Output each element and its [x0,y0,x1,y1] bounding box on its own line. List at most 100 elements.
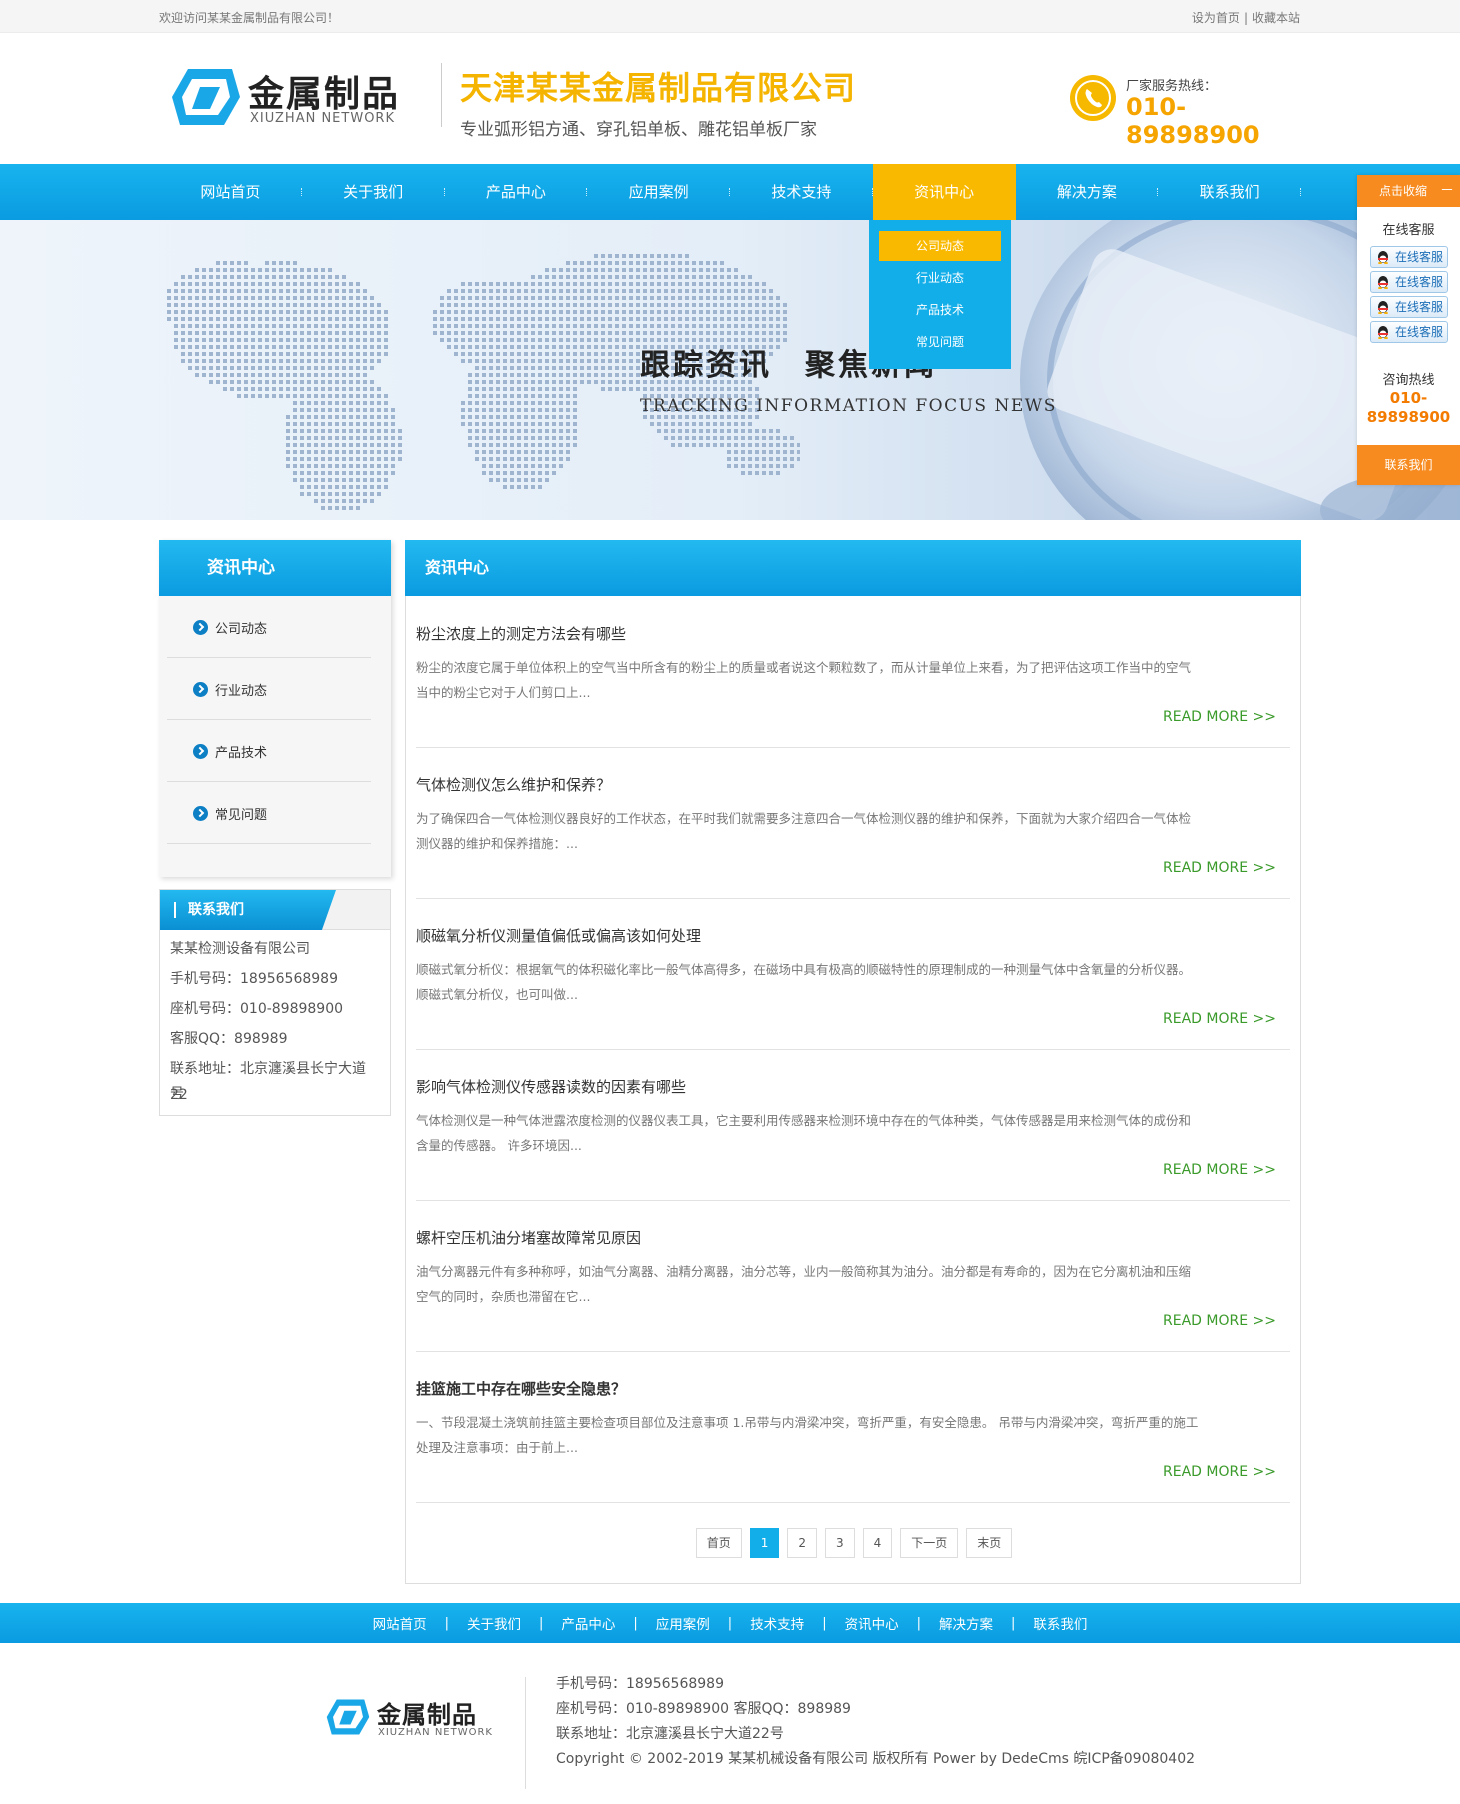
nav-item-label: 资讯中心 [914,183,975,201]
read-more-link[interactable]: READ MORE >> [1163,1464,1276,1480]
footer-mobile: 手机号码：18956568989 [556,1676,724,1692]
read-more-link[interactable]: READ MORE >> [1163,709,1276,725]
read-more-link[interactable]: READ MORE >> [1163,1011,1276,1027]
top-bar: 欢迎访问某某金属制品有限公司！ 设为首页 | 收藏本站 [0,0,1460,33]
dropdown-item-product-tech[interactable]: 产品技术 [879,295,1001,325]
hotline-label: 厂家服务热线： [1126,79,1218,94]
news-item-summary-line: 气体检测仪是一种气体泄露浓度检测的仪器仪表工具，它主要利用传感器来检测环境中存在… [416,1113,1192,1128]
footer-nav-contact[interactable]: 联系我们 [1015,1613,1105,1633]
sidebar-item-company-news[interactable]: 公司动态 [167,596,371,658]
footer-nav-cases[interactable]: 应用案例 [638,1613,728,1633]
pager-first[interactable]: 首页 [695,1528,742,1558]
news-dropdown-menu: 公司动态 行业动态 产品技术 常见问题 [869,220,1011,369]
nav-item-label: 产品中心 [485,183,546,201]
float-contact-button[interactable]: 联系我们 [1357,445,1460,485]
nav-item-contact[interactable]: 联系我们 [1158,164,1301,220]
pager-page-4[interactable]: 4 [862,1528,893,1558]
nav-item-home[interactable]: 网站首页 [159,164,302,220]
read-more-link[interactable]: READ MORE >> [1163,1313,1276,1329]
phone-icon [1070,75,1116,121]
nav-item-label: 解决方案 [1056,183,1117,201]
nav-item-solutions[interactable]: 解决方案 [1016,164,1159,220]
logo-mark-icon [172,69,240,125]
contact-company: 某某检测设备有限公司 [170,941,310,957]
nav-item-support[interactable]: 技术支持 [730,164,873,220]
sidebar-item-faq[interactable]: 常见问题 [167,782,371,844]
sidebar-item-label: 行业动态 [215,684,268,699]
contact-phone: 座机号码：010-89898900 [170,1001,344,1017]
nav-item-about[interactable]: 关于我们 [302,164,445,220]
set-home-link[interactable]: 设为首页 [1192,11,1240,25]
floating-service-panel: 点击收缩 － 在线客服 在线客服 在线客服 在线客服 在线客服 咨询热线 010… [1357,175,1460,485]
pager-next[interactable]: 下一页 [900,1528,959,1558]
qq-penguin-icon [1378,326,1388,339]
nav-item-label: 关于我们 [343,183,404,201]
sidebar-item-label: 产品技术 [215,746,268,761]
pager-page-1[interactable]: 1 [749,1528,780,1558]
news-item-title[interactable]: 挂篮施工中存在哪些安全隐患？ [416,1378,626,1399]
news-item: 粉尘浓度上的测定方法会有哪些 粉尘的浓度它属于单位体积上的空气当中所含有的粉尘上… [416,597,1290,748]
collapse-toggle[interactable]: 点击收缩 － [1357,175,1460,207]
nav-item-label: 应用案例 [628,183,689,201]
site-logo[interactable]: 金属制品 XIUZHAN NETWORK [170,63,420,133]
footer-nav-news[interactable]: 资讯中心 [827,1613,917,1633]
footer-nav-solutions[interactable]: 解决方案 [921,1613,1011,1633]
footer-nav-home[interactable]: 网站首页 [355,1613,445,1633]
site-header: 金属制品 XIUZHAN NETWORK 天津某某金属制品有限公司 专业弧形铝方… [0,33,1460,164]
news-item: 挂篮施工中存在哪些安全隐患？ 一、节段混凝土浇筑前挂篮主要检查项目部位及注意事项… [416,1352,1290,1503]
welcome-text: 欢迎访问某某金属制品有限公司！ [159,11,340,25]
read-more-link[interactable]: READ MORE >> [1163,860,1276,876]
nav-item-label: 网站首页 [200,183,261,201]
main-title: 资讯中心 [405,540,1301,596]
chevron-right-icon [193,806,208,821]
qq-button-label: 在线客服 [1395,325,1444,339]
dropdown-item-company-news[interactable]: 公司动态 [879,231,1001,261]
nav-item-products[interactable]: 产品中心 [445,164,588,220]
news-item-summary: 气体检测仪是一种气体泄露浓度检测的仪器仪表工具，它主要利用传感器来检测环境中存在… [416,1108,1290,1158]
company-slogan: 专业弧形铝方通、穿孔铝单板、雕花铝单板厂家 [460,120,817,140]
news-item-summary: 一、节段混凝土浇筑前挂篮主要检查项目部位及注意事项 1.吊带与内滑梁冲突，弯折严… [416,1410,1290,1460]
qq-service-button-1[interactable]: 在线客服 [1370,246,1448,268]
read-more-link[interactable]: READ MORE >> [1163,1162,1276,1178]
footer-nav-about[interactable]: 关于我们 [449,1613,539,1633]
footer-logo[interactable]: 金属制品 XIUZHAN NETWORK [325,1695,505,1743]
chevron-right-icon [193,744,208,759]
online-service-title: 在线客服 [1382,223,1435,238]
news-item-title[interactable]: 粉尘浓度上的测定方法会有哪些 [416,623,626,644]
nav-separator [1300,188,1301,196]
qq-service-button-2[interactable]: 在线客服 [1370,271,1448,293]
news-item-title[interactable]: 顺磁氧分析仪测量值偏低或偏高该如何处理 [416,925,701,946]
dropdown-item-faq[interactable]: 常见问题 [879,327,1001,357]
nav-item-news[interactable]: 资讯中心 [872,164,1016,220]
footer-logo-text: 金属制品 [377,1701,477,1729]
news-item-summary: 油气分离器元件有多种称呼，如油气分离器、油精分离器，油分芯等，业内一般简称其为油… [416,1259,1290,1309]
nav-item-cases[interactable]: 应用案例 [587,164,730,220]
footer-nav-support[interactable]: 技术支持 [732,1613,822,1633]
pager-page-3[interactable]: 3 [824,1528,855,1558]
qq-service-button-4[interactable]: 在线客服 [1370,321,1448,343]
news-item-summary-line: 当中的粉尘它对于人们剪口上... [416,685,591,700]
news-item-summary-line: 顺磁式氧分析仪，也可叫做... [416,987,578,1002]
news-item-title[interactable]: 螺杆空压机油分堵塞故障常见原因 [416,1227,641,1248]
pager-page-2[interactable]: 2 [787,1528,817,1558]
pager-last[interactable]: 末页 [966,1528,1013,1558]
news-item-summary-line: 空气的同时，杂质也滞留在它... [416,1289,591,1304]
footer-divider [525,1677,526,1789]
news-item-title[interactable]: 气体检测仪怎么维护和保养？ [416,774,611,795]
consult-hotline-line2: 89898900 [1366,408,1451,426]
consult-hotline-number: 010- 89898900 [1357,389,1460,427]
news-item-summary-line: 测仪器的维护和保养措施：... [416,836,578,851]
news-item-summary-line: 为了确保四合一气体检测仪器良好的工作状态，在平时我们就需要多注意四合一气体检测仪… [416,811,1192,826]
bookmark-link[interactable]: 收藏本站 [1252,11,1300,25]
qq-button-label: 在线客服 [1395,275,1444,289]
news-item-title[interactable]: 影响气体检测仪传感器读数的因素有哪些 [416,1076,686,1097]
qq-service-button-3[interactable]: 在线客服 [1370,296,1448,318]
footer-nav: 网站首页 | 关于我们 | 产品中心 | 应用案例 | 技术支持 | 资讯中心 | 解决方案… [0,1603,1460,1643]
footer-nav-products[interactable]: 产品中心 [543,1613,633,1633]
header-divider [441,63,442,127]
sidebar-item-industry-news[interactable]: 行业动态 [167,658,371,720]
sidebar-item-product-tech[interactable]: 产品技术 [167,720,371,782]
contact-header: 联系我们 [160,890,390,930]
footer-copyright: Copyright © 2002-2019 某某机械设备有限公司 版权所有 Po… [556,1751,1196,1767]
dropdown-item-industry-news[interactable]: 行业动态 [879,263,1001,293]
